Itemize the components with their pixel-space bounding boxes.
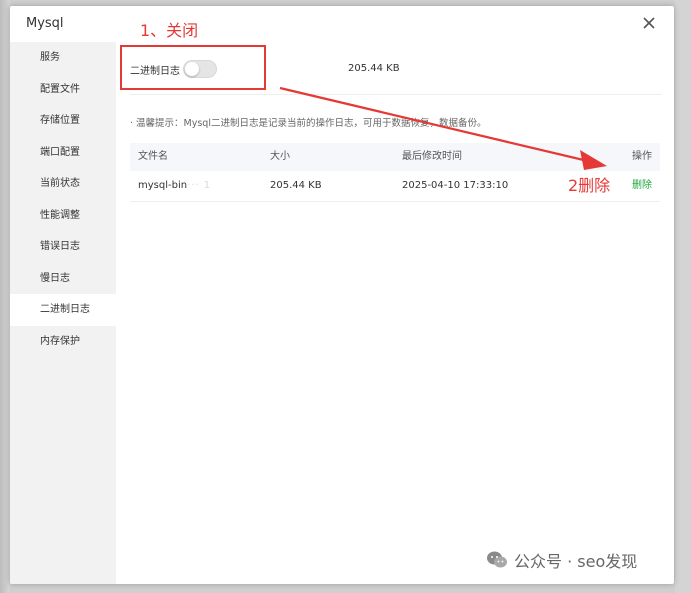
divider [130,94,662,95]
settings-sidebar: 服务 配置文件 存储位置 端口配置 当前状态 性能调整 错误日志 慢日志 二进制… [10,42,116,584]
row-modified: 2025-04-10 17:33:10 [402,180,509,191]
sidebar-item-current-status[interactable]: 当前状态 [10,168,116,200]
sidebar-item-storage-location[interactable]: 存储位置 [10,105,116,137]
annotation-step1-text: 1、关闭 [140,21,199,40]
annotation-highlight-box [120,45,266,90]
close-button[interactable] [638,12,660,34]
background-edge-left [0,0,10,593]
screenshot-stage: Mysql 服务 配置文件 存储位置 端口配置 当前状态 性能调整 错误日志 慢… [0,0,691,593]
background-edge-right [675,0,691,593]
row-filename: mysql-bin··· 1 [138,171,211,201]
header-size: 大小 [270,151,290,162]
close-icon [643,17,655,29]
binlog-total-size: 205.44 KB [348,63,400,74]
sidebar-item-binary-log[interactable]: 二进制日志 [10,294,116,326]
row-filename-redacted: ··· 1 [187,180,212,191]
sidebar-item-service[interactable]: 服务 [10,42,116,74]
table-header: 文件名 大小 最后修改时间 操作 [130,143,660,171]
sidebar-item-slow-log[interactable]: 慢日志 [10,263,116,295]
sidebar-item-port-config[interactable]: 端口配置 [10,137,116,169]
sidebar-item-memory-protection[interactable]: 内存保护 [10,326,116,358]
row-size: 205.44 KB [270,180,322,191]
header-action: 操作 [632,151,652,162]
sidebar-item-performance[interactable]: 性能调整 [10,200,116,232]
watermark: 公众号 · seo发现 [486,548,637,572]
mysql-settings-dialog: Mysql 服务 配置文件 存储位置 端口配置 当前状态 性能调整 错误日志 慢… [10,6,674,584]
sidebar-item-error-log[interactable]: 错误日志 [10,231,116,263]
watermark-text: 公众号 · seo发现 [514,552,638,571]
binlog-panel: 二进制日志 205.44 KB · 温馨提示：Mysql二进制日志是记录当前的操… [116,42,674,584]
annotation-step2-text: 2删除 [568,176,611,195]
delete-link[interactable]: 删除 [632,171,652,201]
binlog-tip-text: · 温馨提示：Mysql二进制日志是记录当前的操作日志，可用于数据恢复，数据备份… [130,118,487,129]
header-modified: 最后修改时间 [402,151,462,162]
dialog-title: Mysql [26,16,64,31]
wechat-icon [487,551,507,568]
row-filename-text: mysql-bin [138,180,188,191]
header-filename: 文件名 [138,151,168,162]
sidebar-item-config-file[interactable]: 配置文件 [10,74,116,106]
